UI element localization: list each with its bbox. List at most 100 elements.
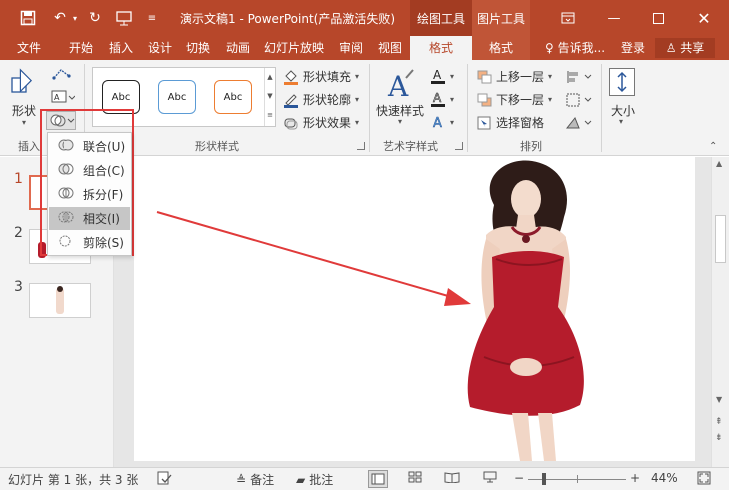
text-fill-icon: A [430, 68, 446, 84]
previous-slide-icon[interactable]: ⇞ [715, 417, 723, 427]
share-button[interactable]: ♙ 共享 [655, 38, 715, 58]
scroll-up-icon[interactable]: ▲ [716, 159, 722, 168]
menu-item-union[interactable]: 联合(U) [49, 135, 130, 158]
customize-quick-access-icon[interactable]: ≡ [142, 8, 162, 28]
rotate-icon[interactable] [565, 116, 593, 130]
arrange-group-label: 排列 [520, 140, 542, 153]
text-outline-button[interactable]: A ▾ [430, 91, 454, 107]
menu-item-fragment[interactable]: 拆分(F) [49, 183, 130, 206]
intersect-icon [57, 209, 75, 228]
context-picture-tools: 图片工具 [472, 0, 530, 36]
reading-view-icon[interactable] [444, 471, 460, 483]
quick-styles-icon[interactable]: A [386, 68, 416, 103]
minimize-icon[interactable]: — [594, 0, 634, 36]
vertical-scrollbar[interactable]: ▲ ▼ ⇞ ⇟ [711, 157, 729, 467]
svg-text:A: A [433, 91, 442, 105]
redo-icon[interactable]: ↻ [85, 8, 105, 28]
text-box-icon[interactable]: A [51, 90, 76, 106]
window-title: 演示文稿1 - PowerPoint(产品激活失败) [180, 12, 396, 26]
pen-icon [283, 92, 299, 108]
comments-label: 批注 [309, 473, 334, 487]
slide-picture[interactable] [134, 157, 695, 461]
svg-text:A: A [433, 116, 442, 130]
slide-number: 2 [14, 225, 23, 241]
subtract-icon [57, 233, 75, 252]
notes-button[interactable]: ≜ 备注 [236, 471, 274, 488]
chevron-down-icon: ▾ [355, 95, 360, 104]
send-backward-button[interactable]: 下移一层 ▾ [476, 91, 552, 108]
size-icon[interactable] [609, 68, 635, 96]
fit-to-window-icon[interactable] [697, 471, 711, 485]
align-icon[interactable] [565, 70, 593, 84]
selection-pane-button[interactable]: 选择窗格 [476, 114, 544, 131]
gallery-scroll[interactable]: ▲ ▼ ≡ [264, 68, 275, 126]
shape-effects-button[interactable]: 形状效果 ▾ [283, 114, 359, 131]
chevron-down-icon: ▾ [450, 71, 455, 81]
bring-forward-button[interactable]: 上移一层 ▾ [476, 68, 552, 85]
tab-insert[interactable]: 插入 [104, 36, 138, 60]
shapes-icon[interactable] [10, 68, 40, 96]
group-icon[interactable] [565, 93, 593, 107]
ribbon-display-options-icon[interactable] [548, 0, 588, 36]
text-effects-button[interactable]: A ▾ [430, 114, 454, 130]
save-icon[interactable] [18, 8, 38, 28]
undo-dropdown-icon[interactable]: ▾ [65, 8, 85, 28]
tab-design[interactable]: 设计 [143, 36, 177, 60]
shape-fill-button[interactable]: 形状填充 ▾ [283, 68, 359, 85]
zoom-slider-thumb[interactable] [542, 473, 546, 485]
slide-show-view-icon[interactable] [482, 471, 498, 483]
slide-count: 幻灯片 第 1 张，共 3 张 [8, 473, 139, 487]
dialog-launcher-icon[interactable] [455, 142, 463, 150]
edit-shape-icon[interactable] [51, 66, 75, 84]
tab-transitions[interactable]: 切换 [181, 36, 215, 60]
tab-slide-show[interactable]: 幻灯片放映 [261, 36, 327, 60]
next-slide-icon[interactable]: ⇟ [715, 433, 723, 443]
maximize-icon[interactable] [638, 0, 678, 36]
collapse-ribbon-icon[interactable]: ⌃ [709, 141, 717, 152]
scroll-down-icon[interactable]: ▼ [716, 395, 722, 404]
comments-button[interactable]: ▰ 批注 [296, 471, 333, 488]
tab-animations[interactable]: 动画 [220, 36, 256, 60]
tab-picture-format[interactable]: 格式 [472, 36, 530, 60]
tab-file[interactable]: 文件 [10, 36, 48, 60]
slide-number: 1 [14, 171, 23, 187]
slide-canvas[interactable] [134, 157, 695, 461]
scroll-thumb[interactable] [715, 215, 726, 263]
shape-outline-button[interactable]: 形状轮廓 ▾ [283, 91, 359, 108]
text-fill-button[interactable]: A ▾ [430, 68, 454, 84]
selection-pane-icon [476, 115, 492, 131]
zoom-in-icon[interactable]: + [630, 471, 640, 485]
slide-thumbnail-3[interactable] [29, 283, 91, 318]
send-backward-icon [476, 92, 492, 108]
slide-sorter-view-icon[interactable] [408, 471, 422, 483]
chevron-down-icon: ▾ [548, 95, 553, 104]
lightbulb-icon: ♀ [544, 41, 554, 55]
start-from-beginning-icon[interactable] [114, 8, 134, 28]
shapes-dropdown-icon: ▾ [22, 118, 27, 127]
zoom-level[interactable]: 44% [651, 471, 678, 485]
close-icon[interactable]: ✕ [684, 0, 724, 36]
notes-label: 备注 [250, 473, 275, 487]
tell-me-search[interactable]: ♀ 告诉我... [540, 36, 610, 60]
normal-view-icon[interactable] [368, 470, 388, 488]
menu-item-combine[interactable]: 组合(C) [49, 159, 130, 182]
shape-style-blue[interactable]: Abc [158, 80, 196, 114]
dialog-launcher-icon[interactable] [357, 142, 365, 150]
ribbon-separator [369, 64, 370, 152]
tab-home[interactable]: 开始 [62, 36, 100, 60]
sign-in-link[interactable]: 登录 [616, 36, 650, 60]
person-icon: ♙ [665, 41, 677, 55]
tab-view[interactable]: 视图 [372, 36, 408, 60]
menu-item-subtract[interactable]: 剪除(S) [49, 231, 130, 254]
menu-item-label: 组合(C) [83, 164, 125, 178]
chevron-down-icon: ▾ [355, 118, 360, 127]
menu-item-label: 相交(I) [83, 212, 120, 226]
zoom-out-icon[interactable]: − [514, 471, 524, 485]
shape-style-orange[interactable]: Abc [214, 80, 252, 114]
shape-fill-label: 形状填充 [303, 70, 352, 84]
tab-drawing-format[interactable]: 格式 [410, 36, 472, 61]
menu-item-intersect[interactable]: 相交(I) [49, 207, 130, 230]
quick-styles-dropdown-icon: ▾ [398, 117, 403, 126]
tab-review[interactable]: 审阅 [334, 36, 368, 60]
spellcheck-icon[interactable] [156, 471, 172, 485]
